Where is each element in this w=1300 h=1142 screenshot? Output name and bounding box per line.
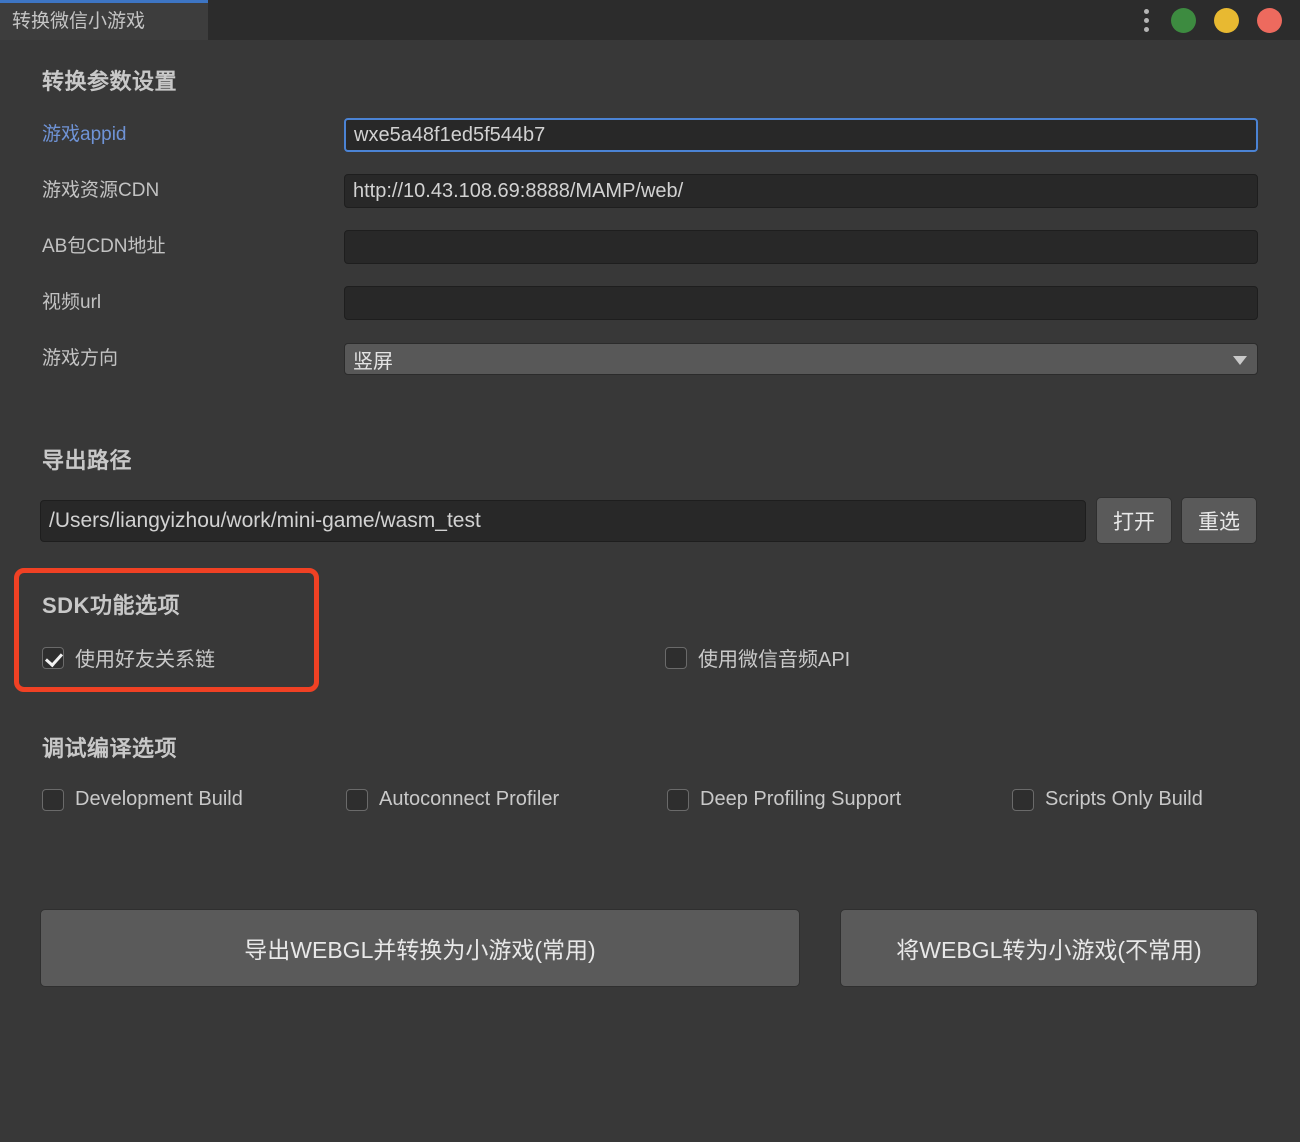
open-path-button[interactable]: 打开	[1096, 497, 1172, 544]
reselect-path-button[interactable]: 重选	[1181, 497, 1257, 544]
checkbox-autoconnect-profiler[interactable]	[346, 788, 368, 811]
title-bar: 转换微信小游戏	[0, 0, 1300, 40]
checkbox-row-development-build[interactable]: Development Build	[42, 788, 243, 811]
close-button[interactable]	[1257, 7, 1282, 33]
label-game-appid: 游戏appid	[42, 124, 127, 145]
input-game-resource-cdn[interactable]: http://10.43.108.69:8888/MAMP/web/	[344, 174, 1258, 208]
checkbox-label-use-wechat-audio-api: 使用微信音频API	[698, 649, 851, 671]
checkbox-deep-profiling-support[interactable]	[667, 788, 689, 811]
checkbox-label-scripts-only-build: Scripts Only Build	[1045, 788, 1203, 810]
checkbox-use-wechat-audio-api[interactable]	[665, 646, 687, 669]
checkbox-label-use-friend-relation: 使用好友关系链	[75, 649, 215, 671]
input-game-appid[interactable]: wxe5a48f1ed5f544b7	[344, 118, 1258, 152]
checkbox-row-use-friend-relation[interactable]: 使用好友关系链	[42, 643, 215, 672]
label-ab-bundle-cdn: AB包CDN地址	[42, 236, 166, 257]
debug-section-title: 调试编译选项	[42, 736, 178, 761]
dropdown-selected-value: 竖屏	[353, 350, 393, 373]
params-section-title: 转换参数设置	[42, 69, 178, 94]
input-video-url[interactable]	[344, 286, 1258, 320]
tab-label: 转换微信小游戏	[12, 11, 146, 32]
input-export-path[interactable]: /Users/liangyizhou/work/mini-game/wasm_t…	[40, 500, 1086, 542]
maximize-button[interactable]	[1214, 7, 1239, 33]
label-game-orientation: 游戏方向	[42, 348, 119, 369]
window-controls	[1144, 0, 1282, 40]
tab-convert-wechat-minigame[interactable]: 转换微信小游戏	[0, 0, 208, 40]
checkbox-development-build[interactable]	[42, 788, 64, 811]
dropdown-game-orientation[interactable]: 竖屏	[344, 343, 1258, 375]
kebab-menu-icon[interactable]	[1144, 8, 1149, 32]
checkbox-label-deep-profiling-support: Deep Profiling Support	[700, 788, 902, 810]
export-section-title: 导出路径	[42, 448, 133, 473]
checkbox-row-autoconnect-profiler[interactable]: Autoconnect Profiler	[346, 788, 559, 811]
chevron-down-icon	[1233, 356, 1247, 365]
input-ab-bundle-cdn[interactable]	[344, 230, 1258, 264]
convert-webgl-button[interactable]: 将WEBGL转为小游戏(不常用)	[840, 909, 1258, 987]
checkbox-label-autoconnect-profiler: Autoconnect Profiler	[379, 788, 560, 810]
checkbox-row-deep-profiling-support[interactable]: Deep Profiling Support	[667, 788, 901, 811]
sdk-section-highlight	[14, 568, 319, 692]
label-game-resource-cdn: 游戏资源CDN	[42, 180, 160, 201]
checkbox-row-use-wechat-audio-api[interactable]: 使用微信音频API	[665, 643, 850, 672]
convert-wechat-minigame-window: 转换微信小游戏 转换参数设置 游戏appid wxe5a48f1ed5f544b…	[0, 0, 1300, 1142]
checkbox-label-development-build: Development Build	[75, 788, 243, 810]
sdk-section-title: SDK功能选项	[42, 593, 180, 618]
export-webgl-convert-button[interactable]: 导出WEBGL并转换为小游戏(常用)	[40, 909, 800, 987]
checkbox-use-friend-relation[interactable]	[42, 646, 64, 669]
checkbox-scripts-only-build[interactable]	[1012, 788, 1034, 811]
checkbox-row-scripts-only-build[interactable]: Scripts Only Build	[1012, 788, 1203, 811]
minimize-button[interactable]	[1171, 7, 1196, 33]
label-video-url: 视频url	[42, 292, 102, 313]
